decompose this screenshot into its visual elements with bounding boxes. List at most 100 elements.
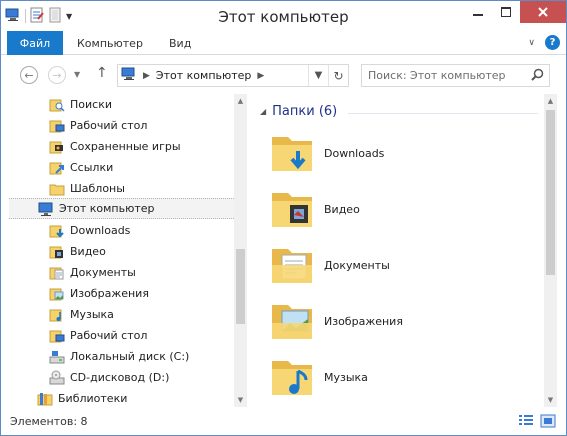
forward-button[interactable]: → bbox=[48, 66, 66, 84]
desktop-folder-icon bbox=[49, 330, 65, 342]
folder-item-pictures[interactable]: Изображения bbox=[268, 296, 528, 346]
nav-item-label: Документы bbox=[70, 266, 136, 279]
tab-view[interactable]: Вид bbox=[169, 31, 191, 55]
downloads-folder-icon bbox=[49, 225, 64, 237]
music-folder-icon bbox=[49, 309, 62, 321]
nav-item-label: Видео bbox=[70, 245, 106, 258]
maximize-button[interactable] bbox=[492, 1, 520, 23]
nav-item-label: Поиски bbox=[70, 98, 112, 111]
nav-item[interactable]: Downloads bbox=[49, 220, 130, 241]
scroll-down-icon[interactable]: ▼ bbox=[234, 393, 247, 407]
title-bar: ▼ Этот компьютер bbox=[1, 1, 566, 31]
up-arrow-icon[interactable]: ↑ bbox=[96, 65, 108, 81]
ribbon-right-controls: ∨ ? bbox=[528, 35, 560, 50]
computer-icon bbox=[38, 202, 53, 216]
scroll-up-icon[interactable]: ▲ bbox=[234, 94, 247, 108]
navigation-pane: Поиски Рабочий стол Сохраненные игры Ссы… bbox=[1, 94, 248, 407]
back-button[interactable]: ← bbox=[20, 66, 38, 84]
content-pane: ◢ Папки (6) Downloads Видео Документы Из… bbox=[248, 94, 566, 407]
scroll-down-icon[interactable]: ▼ bbox=[544, 393, 557, 407]
nav-item[interactable]: Библиотеки bbox=[37, 388, 127, 407]
nav-item[interactable]: CD-дисковод (D:) bbox=[49, 367, 169, 388]
group-divider bbox=[348, 113, 538, 114]
folder-item-videos[interactable]: Видео bbox=[268, 184, 528, 234]
music-folder-icon bbox=[272, 361, 312, 395]
nav-item-label: Этот компьютер bbox=[59, 202, 155, 215]
nav-item[interactable]: Видео bbox=[49, 241, 106, 262]
computer-icon bbox=[121, 67, 137, 84]
folder-label: Downloads bbox=[324, 146, 385, 160]
local-disk-icon bbox=[49, 350, 65, 363]
desktop-folder-icon bbox=[49, 120, 65, 132]
breadcrumb-chevron-icon[interactable]: ▶ bbox=[257, 71, 264, 81]
group-header-folders[interactable]: ◢ Папки (6) bbox=[260, 104, 337, 119]
nav-item-label: Шаблоны bbox=[70, 182, 125, 195]
documents-folder-icon bbox=[49, 267, 64, 279]
nav-item[interactable]: Рабочий стол bbox=[49, 325, 147, 346]
documents-folder-icon bbox=[272, 249, 312, 283]
group-title: Папки (6) bbox=[272, 104, 338, 119]
nav-item[interactable]: Изображения bbox=[49, 283, 149, 304]
nav-item[interactable]: Поиски bbox=[49, 94, 112, 115]
pictures-folder-icon bbox=[272, 305, 312, 339]
folder-item-documents[interactable]: Документы bbox=[268, 240, 528, 290]
tab-file[interactable]: Файл bbox=[7, 31, 63, 55]
nav-item[interactable]: Локальный диск (C:) bbox=[49, 346, 189, 367]
nav-item-label: Рабочий стол bbox=[70, 119, 148, 132]
folder-label: Изображения bbox=[324, 314, 403, 328]
scroll-up-icon[interactable]: ▲ bbox=[544, 94, 557, 108]
minimize-button[interactable] bbox=[464, 1, 492, 23]
saved-games-icon bbox=[49, 141, 63, 153]
help-button[interactable]: ? bbox=[545, 35, 560, 50]
pictures-folder-icon bbox=[49, 288, 64, 300]
links-folder-icon bbox=[49, 162, 64, 174]
downloads-folder-icon bbox=[272, 137, 312, 171]
explorer-window: ▼ Этот компьютер Файл Компьютер Вид ∨ ? … bbox=[0, 0, 567, 436]
large-icons-view-icon[interactable] bbox=[540, 414, 556, 428]
nav-item[interactable]: Шаблоны bbox=[49, 178, 125, 199]
search-icon[interactable] bbox=[531, 68, 544, 84]
breadcrumb-segment[interactable]: Этот компьютер bbox=[156, 69, 252, 82]
nav-pane-scrollbar[interactable]: ▲ ▼ bbox=[234, 94, 247, 407]
collapse-chevron-icon[interactable]: ◢ bbox=[260, 107, 266, 116]
nav-item-label: CD-дисковод (D:) bbox=[70, 371, 170, 384]
status-bar: Элементов: 8 bbox=[1, 407, 566, 435]
address-bar[interactable]: ▶ Этот компьютер ▶ ▼ ↻ bbox=[117, 64, 349, 87]
scroll-thumb[interactable] bbox=[546, 110, 555, 275]
nav-item[interactable]: Ссылки bbox=[49, 157, 113, 178]
nav-item-label: Рабочий стол bbox=[70, 329, 148, 342]
item-count: Элементов: 8 bbox=[10, 414, 88, 428]
nav-item-label: Изображения bbox=[70, 287, 149, 300]
nav-item[interactable]: Сохраненные игры bbox=[49, 136, 181, 157]
videos-folder-icon bbox=[49, 246, 63, 258]
cd-drive-icon bbox=[49, 370, 65, 384]
breadcrumb-chevron-icon[interactable]: ▶ bbox=[143, 71, 150, 81]
videos-folder-icon bbox=[272, 193, 312, 227]
expand-ribbon-icon[interactable]: ∨ bbox=[528, 38, 535, 48]
folder-item-music[interactable]: Музыка bbox=[268, 352, 528, 402]
nav-item[interactable]: Документы bbox=[49, 262, 136, 283]
content-scrollbar[interactable]: ▲ ▼ bbox=[544, 94, 557, 407]
nav-item-label: Сохраненные игры bbox=[70, 140, 181, 153]
search-folder-icon bbox=[49, 99, 65, 112]
scroll-thumb[interactable] bbox=[236, 249, 245, 324]
nav-item-label: Ссылки bbox=[70, 161, 114, 174]
nav-item-this-pc[interactable]: Этот компьютер bbox=[9, 198, 238, 219]
refresh-icon[interactable]: ↻ bbox=[328, 65, 348, 86]
address-dropdown-icon[interactable]: ▼ bbox=[308, 65, 328, 86]
nav-item-label: Локальный диск (C:) bbox=[70, 350, 190, 363]
tab-computer[interactable]: Компьютер bbox=[77, 31, 143, 55]
recent-locations-icon[interactable]: ▼ bbox=[74, 70, 80, 79]
nav-item[interactable]: Музыка bbox=[49, 304, 114, 325]
details-view-icon[interactable] bbox=[518, 414, 534, 428]
search-input[interactable]: Поиск: Этот компьютер bbox=[361, 64, 550, 87]
libraries-icon bbox=[37, 392, 53, 405]
folder-item-downloads[interactable]: Downloads bbox=[268, 128, 528, 178]
navigation-bar: ← → ▼ ↑ ▶ Этот компьютер ▶ ▼ ↻ Поиск: Эт… bbox=[1, 56, 566, 94]
folder-label: Видео bbox=[324, 202, 360, 216]
nav-item-label: Музыка bbox=[70, 308, 114, 321]
close-button[interactable] bbox=[520, 1, 566, 23]
nav-item[interactable]: Рабочий стол bbox=[49, 115, 147, 136]
folder-label: Музыка bbox=[324, 370, 368, 384]
view-switcher bbox=[518, 414, 556, 428]
